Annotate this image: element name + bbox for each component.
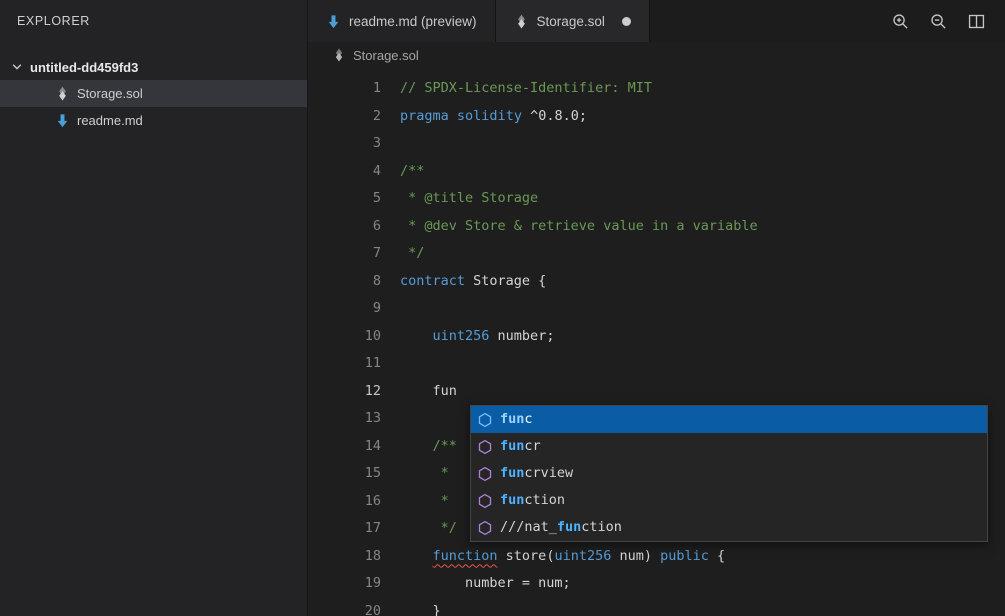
suggestion-label: ///nat_function — [500, 514, 622, 542]
suggestion-label: funcrview — [500, 460, 573, 488]
line-number: 9 — [308, 295, 381, 323]
autocomplete-popup: funcfuncrfuncrviewfunction///nat_functio… — [470, 405, 988, 542]
code-editor[interactable]: 1234567891011121314151617181920 // SPDX-… — [308, 68, 1005, 616]
line-number: 15 — [308, 460, 381, 488]
line-number: 16 — [308, 488, 381, 516]
workspace-name: untitled-dd459fd3 — [30, 60, 138, 75]
code-line[interactable]: * @dev Store & retrieve value in a varia… — [400, 213, 758, 241]
line-number: 5 — [308, 185, 381, 213]
code-line[interactable] — [400, 350, 758, 378]
line-number: 1 — [308, 75, 381, 103]
line-number: 8 — [308, 268, 381, 296]
line-number: 4 — [308, 158, 381, 186]
suggestion-item[interactable]: funcrview — [471, 460, 987, 487]
line-number: 12 — [308, 378, 381, 406]
line-number: 7 — [308, 240, 381, 268]
suggestion-item[interactable]: ///nat_function — [471, 514, 987, 541]
code-line[interactable]: number = num; — [400, 570, 758, 598]
line-number: 14 — [308, 433, 381, 461]
editor-area: readme.md (preview) Storage.sol Storage.… — [308, 0, 1005, 616]
suggestion-item[interactable]: funcr — [471, 433, 987, 460]
code-line[interactable]: // SPDX-License-Identifier: MIT — [400, 75, 758, 103]
symbol-method-icon — [477, 412, 493, 428]
file-item-storage-sol[interactable]: Storage.sol — [0, 80, 307, 107]
code-line[interactable] — [400, 130, 758, 158]
line-number: 13 — [308, 405, 381, 433]
symbol-method-icon — [477, 439, 493, 455]
suggestion-label: function — [500, 487, 565, 515]
editor-actions — [891, 0, 1005, 42]
file-name: Storage.sol — [77, 86, 143, 101]
markdown-icon — [326, 14, 341, 29]
solidity-icon — [55, 86, 70, 101]
breadcrumb[interactable]: Storage.sol — [308, 42, 1005, 68]
breadcrumb-file: Storage.sol — [353, 48, 419, 63]
line-number: 10 — [308, 323, 381, 351]
zoom-in-icon[interactable] — [891, 12, 910, 31]
line-number: 11 — [308, 350, 381, 378]
suggestion-label: funcr — [500, 433, 541, 461]
markdown-icon — [55, 113, 70, 128]
tab-readme[interactable]: readme.md (preview) — [308, 0, 496, 42]
editor-gutter: 1234567891011121314151617181920 — [308, 75, 381, 616]
solidity-icon — [514, 14, 529, 29]
tab-label: readme.md (preview) — [349, 14, 477, 29]
code-editor-window: EXPLORER untitled-dd459fd3 Storage.solre… — [0, 0, 1005, 616]
code-line[interactable]: /** — [400, 158, 758, 186]
code-line[interactable] — [400, 295, 758, 323]
line-number: 3 — [308, 130, 381, 158]
line-number: 2 — [308, 103, 381, 131]
code-line[interactable]: * @title Storage — [400, 185, 758, 213]
chevron-down-icon — [9, 59, 25, 75]
tab-storage[interactable]: Storage.sol — [496, 0, 650, 42]
code-line[interactable]: } — [400, 598, 758, 616]
split-editor-icon[interactable] — [967, 12, 986, 31]
code-line[interactable]: pragma solidity ^0.8.0; — [400, 103, 758, 131]
zoom-out-icon[interactable] — [929, 12, 948, 31]
code-line[interactable]: fun — [400, 378, 758, 406]
line-number: 17 — [308, 515, 381, 543]
symbol-method-icon — [477, 493, 493, 509]
explorer-title: EXPLORER — [0, 0, 307, 44]
code-line[interactable]: */ — [400, 240, 758, 268]
line-number: 18 — [308, 543, 381, 571]
tab-label: Storage.sol — [537, 14, 605, 29]
code-line[interactable]: function store(uint256 num) public { — [400, 543, 758, 571]
file-name: readme.md — [77, 113, 143, 128]
modified-dot-icon[interactable] — [622, 17, 631, 26]
symbol-method-icon — [477, 520, 493, 536]
code-line[interactable]: uint256 number; — [400, 323, 758, 351]
file-item-readme-md[interactable]: readme.md — [0, 107, 307, 134]
tab-bar: readme.md (preview) Storage.sol — [308, 0, 1005, 42]
code-line[interactable]: contract Storage { — [400, 268, 758, 296]
suggestion-label: func — [500, 406, 533, 434]
line-number: 19 — [308, 570, 381, 598]
workspace-folder[interactable]: untitled-dd459fd3 — [0, 54, 307, 80]
solidity-icon — [332, 48, 346, 62]
explorer-sidebar: EXPLORER untitled-dd459fd3 Storage.sol re… — [0, 0, 308, 616]
file-list: Storage.sol readme.md — [0, 80, 307, 134]
symbol-method-icon — [477, 466, 493, 482]
line-number: 6 — [308, 213, 381, 241]
suggestion-item[interactable]: func — [471, 406, 987, 433]
suggestion-item[interactable]: function — [471, 487, 987, 514]
line-number: 20 — [308, 598, 381, 616]
